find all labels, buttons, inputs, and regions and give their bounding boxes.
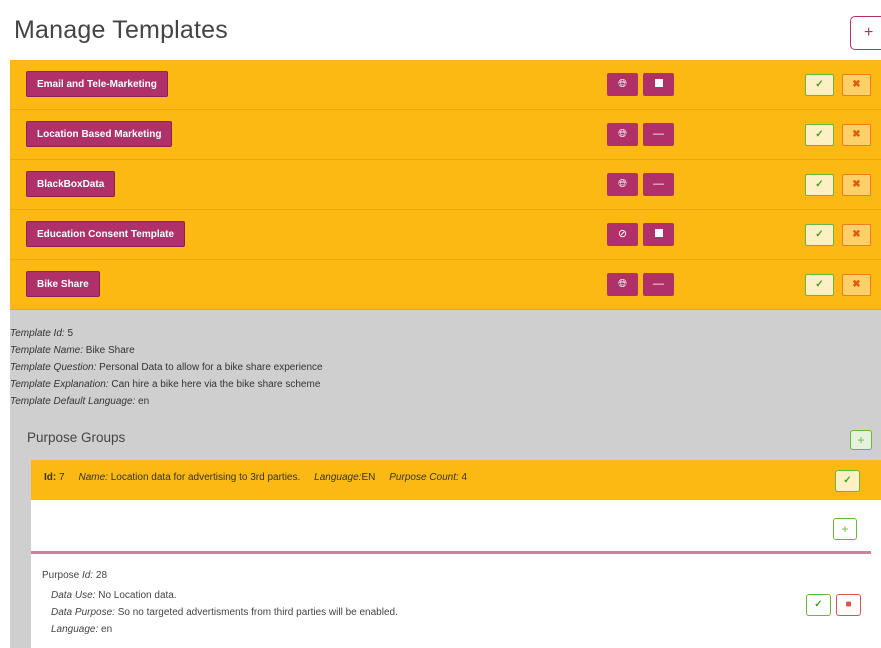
- stop-icon[interactable]: [643, 223, 674, 246]
- globe-icon[interactable]: 🌐︎: [607, 73, 638, 96]
- delete-purpose-button[interactable]: ■: [836, 594, 861, 616]
- template-detail-panel: Template Id: 5 Template Name: Bike Share…: [10, 310, 881, 648]
- stop-icon[interactable]: [643, 73, 674, 96]
- edit-template-button[interactable]: ✓: [805, 174, 834, 196]
- template-id-line: Template Id: 5: [10, 328, 74, 339]
- purpose-data-purpose-line: Data Purpose: So no targeted advertismen…: [51, 607, 398, 618]
- add-purpose-button[interactable]: +: [833, 518, 857, 540]
- delete-template-button[interactable]: ✖: [842, 274, 871, 296]
- purpose-group-header: Id: 7 Name: Location data for advertisin…: [31, 460, 881, 500]
- template-question-line: Template Question: Personal Data to allo…: [10, 362, 323, 373]
- purpose-groups-title: Purpose Groups: [27, 430, 126, 445]
- template-name-button[interactable]: Education Consent Template: [26, 221, 186, 247]
- template-row: BlackBoxData 🌐︎ — ✓ ✖: [10, 160, 881, 210]
- page-title: Manage Templates: [14, 16, 228, 44]
- purpose-data-use-line: Data Use: No Location data.: [51, 590, 177, 601]
- template-name-button[interactable]: Email and Tele-Marketing: [26, 71, 168, 97]
- delete-template-button[interactable]: ✖: [842, 174, 871, 196]
- template-name-button[interactable]: Location Based Marketing: [26, 121, 173, 147]
- edit-template-button[interactable]: ✓: [805, 274, 834, 296]
- globe-icon[interactable]: 🌐︎: [607, 173, 638, 196]
- add-purpose-group-button[interactable]: +: [850, 430, 872, 450]
- globe-icon[interactable]: 🌐︎: [607, 273, 638, 296]
- edit-template-button[interactable]: ✓: [805, 224, 834, 246]
- template-list: Email and Tele-Marketing 🌐︎ ✓ ✖ Location…: [10, 60, 881, 310]
- purpose-id-line: Purpose Id: 28: [42, 570, 108, 581]
- template-row: Bike Share 🌐︎ — ✓ ✖: [10, 260, 881, 310]
- minus-icon[interactable]: —: [643, 123, 674, 146]
- template-name-button[interactable]: Bike Share: [26, 271, 100, 297]
- edit-template-button[interactable]: ✓: [805, 124, 834, 146]
- divider: [31, 551, 871, 554]
- minus-icon[interactable]: —: [643, 273, 674, 296]
- purpose-language-line: Language: en: [51, 624, 113, 635]
- template-language-line: Template Default Language: en: [10, 396, 150, 407]
- template-row: Education Consent Template ⊘ ✓ ✖: [10, 210, 881, 260]
- edit-purpose-group-button[interactable]: ✓: [835, 470, 860, 492]
- globe-icon[interactable]: 🌐︎: [607, 123, 638, 146]
- template-row: Email and Tele-Marketing 🌐︎ ✓ ✖: [10, 60, 881, 110]
- template-name-button[interactable]: BlackBoxData: [26, 171, 116, 197]
- delete-template-button[interactable]: ✖: [842, 224, 871, 246]
- minus-icon[interactable]: —: [643, 173, 674, 196]
- edit-template-button[interactable]: ✓: [805, 74, 834, 96]
- delete-template-button[interactable]: ✖: [842, 74, 871, 96]
- purpose-group-summary: Id: 7 Name: Location data for advertisin…: [44, 472, 468, 483]
- add-template-button[interactable]: +: [850, 16, 881, 50]
- delete-template-button[interactable]: ✖: [842, 124, 871, 146]
- edit-purpose-button[interactable]: ✓: [806, 594, 831, 616]
- template-row: Location Based Marketing 🌐︎ — ✓ ✖: [10, 110, 881, 160]
- ban-icon[interactable]: ⊘: [607, 223, 638, 246]
- purpose-group-body: + Purpose Id: 28 Data Use: No Location d…: [31, 500, 881, 648]
- template-explanation-line: Template Explanation: Can hire a bike he…: [10, 379, 321, 390]
- template-name-line: Template Name: Bike Share: [10, 345, 135, 356]
